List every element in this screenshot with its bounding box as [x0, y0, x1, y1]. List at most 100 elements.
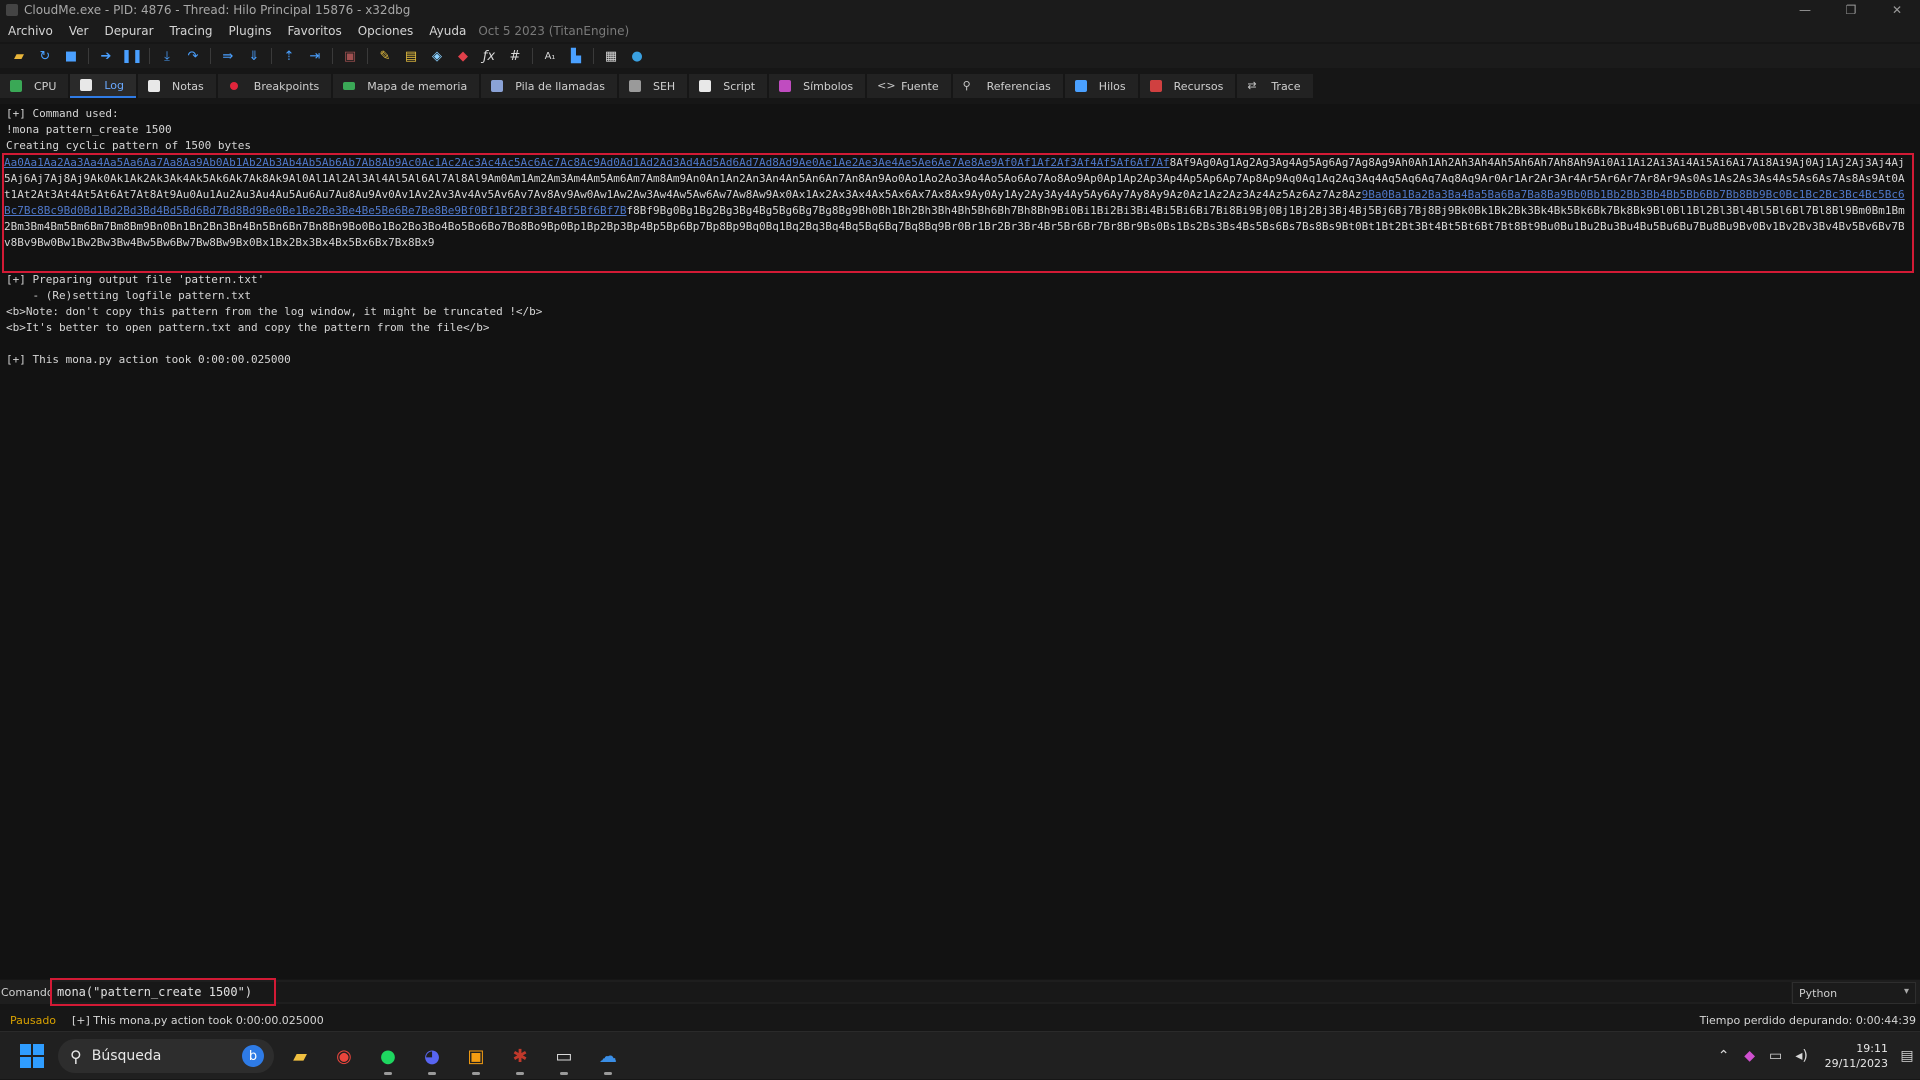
tab-simbolos[interactable]: Símbolos: [769, 74, 866, 98]
toolbar-separator: [149, 48, 150, 64]
menu-favoritos[interactable]: Favoritos: [280, 24, 350, 38]
hash-icon[interactable]: #: [502, 45, 528, 67]
debugger-icon[interactable]: ✱: [504, 1040, 536, 1075]
menu-ayuda[interactable]: Ayuda: [421, 24, 474, 38]
language-value: Python: [1799, 986, 1838, 1000]
stop-icon[interactable]: ■: [58, 45, 84, 67]
execute-till-return-icon[interactable]: ⇡: [276, 45, 302, 67]
tab-label: Pila de llamadas: [515, 79, 605, 93]
tab-bar: CPU Log Notas Breakpoints Mapa de memori…: [0, 74, 1315, 98]
tab-log[interactable]: Log: [70, 74, 137, 98]
menu-opciones[interactable]: Opciones: [350, 24, 422, 38]
tab-referencias[interactable]: ⚲ Referencias: [952, 74, 1063, 98]
log-line: Creating cyclic pattern of 1500 bytes: [6, 139, 252, 152]
label-icon[interactable]: ◈: [424, 45, 450, 67]
pause-icon[interactable]: ❚❚: [119, 45, 145, 67]
toolbar-separator: [332, 48, 333, 64]
comment-icon[interactable]: ▤: [398, 45, 424, 67]
build-info: Oct 5 2023 (TitanEngine): [478, 24, 630, 38]
system-tray: ⌃ ◆ ▭ ◂) 19:11 29/11/2023 ▤: [1711, 1032, 1920, 1080]
running-indicator: [384, 1072, 392, 1075]
step-over-icon[interactable]: ↷: [180, 45, 206, 67]
window-title: CloudMe.exe - PID: 4876 - Thread: Hilo P…: [24, 3, 411, 17]
trace-over-icon[interactable]: ⇓: [241, 45, 267, 67]
taskbar-search[interactable]: ⚲ Búsqueda b: [58, 1039, 274, 1073]
symbols-icon: [779, 80, 792, 92]
log-line: - (Re)setting logfile pattern.txt: [6, 289, 252, 302]
tab-script[interactable]: Script: [689, 74, 768, 98]
tab-breakpoints[interactable]: Breakpoints: [217, 74, 332, 98]
command-label: Comando:: [1, 985, 58, 999]
calculator-icon[interactable]: ▦: [598, 45, 624, 67]
tray-app-icon[interactable]: ◆: [1737, 1048, 1763, 1064]
tab-label: Referencias: [986, 79, 1051, 93]
patch-icon[interactable]: ✎: [372, 45, 398, 67]
close-button[interactable]: ✕: [1874, 0, 1920, 20]
tab-label: SEH: [653, 79, 676, 93]
volume-icon[interactable]: ◂): [1789, 1048, 1815, 1064]
chevron-up-icon[interactable]: ⌃: [1711, 1048, 1737, 1064]
call-stack-icon: [491, 80, 504, 92]
menu-plugins[interactable]: Plugins: [221, 24, 280, 38]
tab-notas[interactable]: Notas: [138, 74, 216, 98]
function-icon[interactable]: ƒx: [476, 45, 502, 67]
tab-label: Breakpoints: [253, 79, 320, 93]
menu-archivo[interactable]: Archivo: [0, 24, 61, 38]
script-language-select[interactable]: Python ▾: [1792, 982, 1916, 1004]
cloudme-icon[interactable]: ☁: [592, 1040, 624, 1075]
title-bar: CloudMe.exe - PID: 4876 - Thread: Hilo P…: [0, 0, 1920, 20]
run-icon[interactable]: ➔: [93, 45, 119, 67]
globe-icon[interactable]: ●: [624, 45, 650, 67]
app-icon: [6, 4, 18, 16]
tab-seh[interactable]: SEH: [619, 74, 688, 98]
font-icon[interactable]: A₁: [537, 45, 563, 67]
log-line: <b>It's better to open pattern.txt and c…: [6, 321, 490, 334]
tab-label: Hilos: [1098, 79, 1126, 93]
tab-mapa-de-memoria[interactable]: Mapa de memoria: [333, 74, 480, 98]
tab-label: Log: [104, 78, 125, 92]
command-bar: Comando:: [0, 980, 1920, 1004]
tab-trace[interactable]: ⇄ Trace: [1237, 74, 1313, 98]
tab-label: Mapa de memoria: [367, 79, 468, 93]
remote-desktop-icon[interactable]: ▣: [460, 1040, 492, 1075]
threads-icon: [1074, 80, 1087, 92]
strings-icon[interactable]: ▙: [563, 45, 589, 67]
tab-cpu[interactable]: CPU: [0, 74, 69, 98]
network-icon[interactable]: ▭: [1763, 1048, 1789, 1064]
trace-into-icon[interactable]: ⇛: [215, 45, 241, 67]
tab-label: Recursos: [1173, 79, 1224, 93]
references-icon: ⚲: [962, 79, 971, 92]
command-input[interactable]: [51, 982, 1791, 1002]
toolbar-separator: [367, 48, 368, 64]
tab-recursos[interactable]: Recursos: [1139, 74, 1236, 98]
spotify-icon[interactable]: ●: [372, 1040, 404, 1075]
scylla-icon[interactable]: ▣: [337, 45, 363, 67]
bing-icon[interactable]: b: [242, 1045, 264, 1067]
restore-button[interactable]: ❐: [1828, 0, 1874, 20]
running-indicator: [516, 1072, 524, 1075]
log-header: [+] Command used: !mona pattern_create 1…: [0, 104, 1920, 154]
toolbar-separator: [532, 48, 533, 64]
minimize-button[interactable]: —: [1782, 0, 1828, 20]
menu-tracing[interactable]: Tracing: [162, 24, 221, 38]
file-explorer-icon[interactable]: ▰: [284, 1040, 316, 1072]
menu-depurar[interactable]: Depurar: [96, 24, 161, 38]
open-icon[interactable]: ▰: [6, 45, 32, 67]
windows-start-icon[interactable]: [20, 1044, 44, 1068]
run-to-user-code-icon[interactable]: ⇥: [302, 45, 328, 67]
discord-icon[interactable]: ◕: [416, 1040, 448, 1075]
menu-ver[interactable]: Ver: [61, 24, 97, 38]
tab-label: Script: [723, 79, 756, 93]
source-icon: <>: [877, 79, 896, 92]
step-into-icon[interactable]: ⤓: [154, 45, 180, 67]
clock[interactable]: 19:11 29/11/2023: [1815, 1041, 1894, 1071]
restart-icon[interactable]: ↻: [32, 45, 58, 67]
chrome-icon[interactable]: ◉: [328, 1040, 360, 1072]
clock-date: 29/11/2023: [1824, 1057, 1888, 1070]
tab-pila-de-llamadas[interactable]: Pila de llamadas: [481, 74, 617, 98]
tab-fuente[interactable]: <> Fuente: [867, 74, 951, 98]
notification-icon[interactable]: ▤: [1894, 1048, 1920, 1064]
tab-hilos[interactable]: Hilos: [1064, 74, 1138, 98]
bookmark-icon[interactable]: ◆: [450, 45, 476, 67]
terminal-icon[interactable]: ▭: [548, 1040, 580, 1075]
